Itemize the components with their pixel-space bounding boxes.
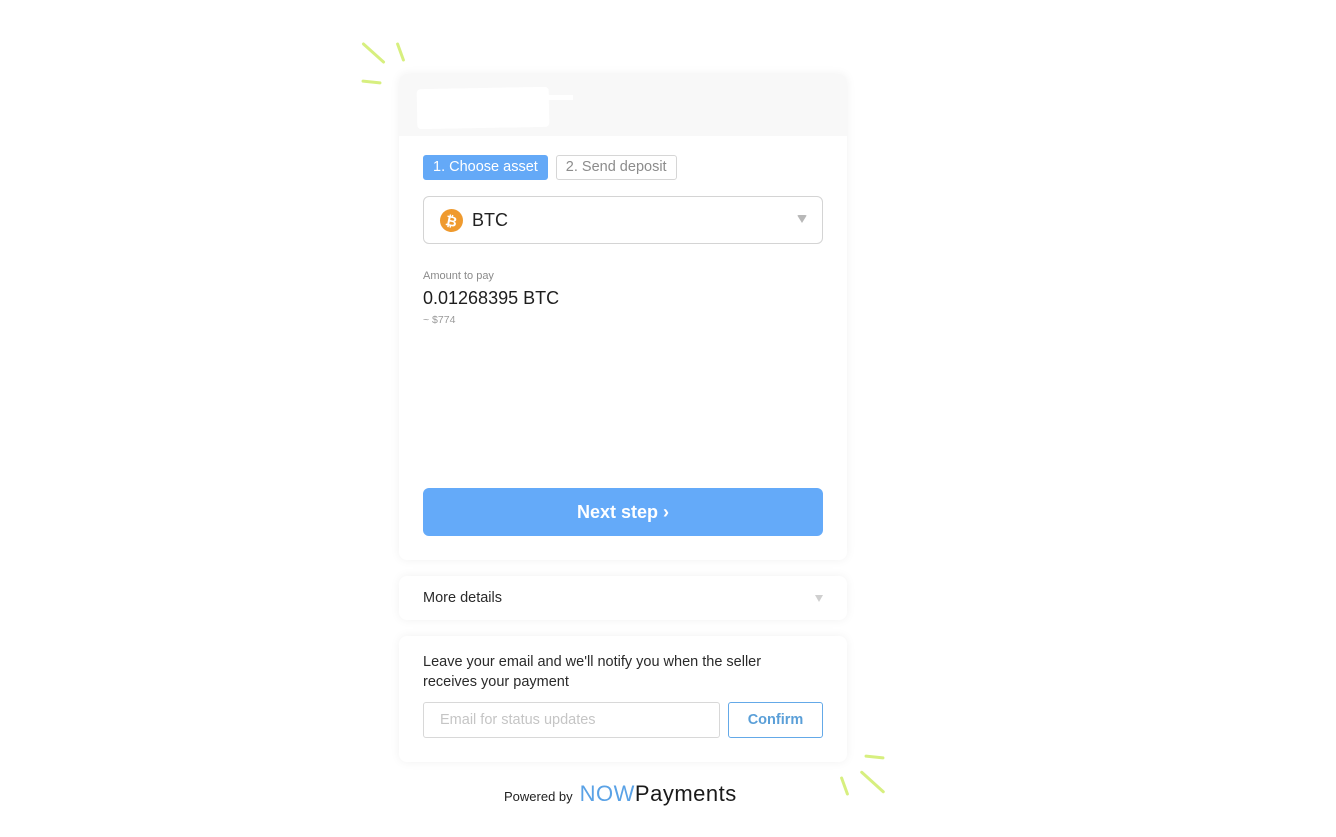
sparkle-decoration <box>361 41 386 65</box>
redacted-title <box>416 86 550 130</box>
payment-card: 1. Choose asset 2. Send deposit ₿ BTC Am… <box>399 74 847 560</box>
step-choose-asset[interactable]: 1. Choose asset <box>423 155 548 180</box>
amount-value: 0.01268395 BTC <box>423 288 560 308</box>
brand-now: NOW <box>579 781 635 806</box>
email-notify-card: Leave your email and we'll notify you wh… <box>399 636 847 762</box>
step-send-deposit[interactable]: 2. Send deposit <box>555 155 677 180</box>
amount-label: Amount to pay <box>423 270 494 282</box>
chevron-down-icon <box>797 215 807 223</box>
sparkle-decoration <box>864 754 885 760</box>
asset-select-dropdown[interactable]: ₿ BTC <box>423 196 823 244</box>
confirm-button[interactable]: Confirm <box>728 702 823 738</box>
sparkle-decoration <box>859 770 886 794</box>
brand-payments: Payments <box>634 781 737 806</box>
nowpayments-logo[interactable]: NOW Payments <box>580 781 737 807</box>
chevron-down-icon <box>815 595 823 602</box>
sparkle-decoration <box>361 79 382 85</box>
bitcoin-icon: ₿ <box>437 206 466 234</box>
more-details-toggle[interactable]: More details <box>399 576 847 620</box>
sparkle-decoration <box>839 776 850 796</box>
sparkle-decoration <box>395 42 406 62</box>
step-indicator: 1. Choose asset 2. Send deposit <box>423 155 677 180</box>
card-header <box>399 74 847 136</box>
more-details-label: More details <box>423 590 502 606</box>
powered-by-footer: Powered by NOW Payments <box>504 781 737 807</box>
amount-fiat: ~ $774 <box>423 314 456 326</box>
next-step-button[interactable]: Next step › <box>423 488 823 536</box>
selected-asset: BTC <box>472 209 508 230</box>
redacted-title-tail <box>539 95 573 100</box>
email-input[interactable] <box>423 702 720 738</box>
email-description: Leave your email and we'll notify you wh… <box>423 654 762 690</box>
powered-by-label: Powered by <box>504 789 573 804</box>
